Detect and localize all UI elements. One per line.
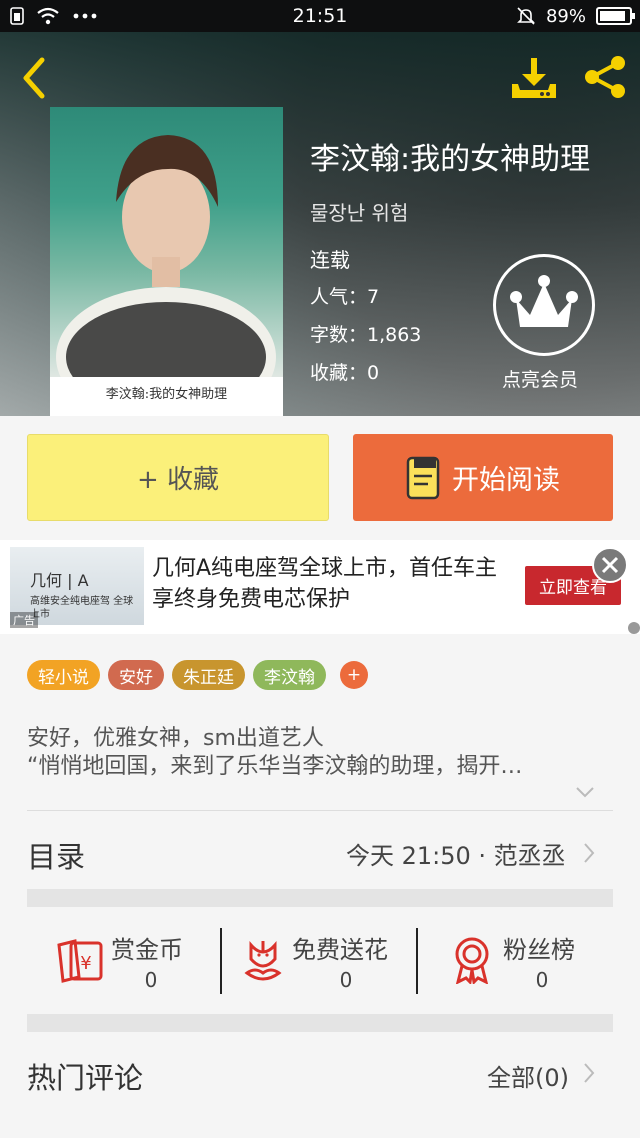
vip-button[interactable] (493, 254, 595, 356)
share-icon[interactable] (580, 52, 630, 102)
tag-item[interactable]: 安好 (108, 660, 164, 690)
divider (416, 928, 418, 994)
book-title: 李汶翰:我的女神助理 (310, 142, 591, 177)
toc-latest-update: 今天 21:50 · 范丞丞 (346, 842, 566, 870)
reward-coin-icon: ¥ (57, 939, 103, 983)
book-icon (406, 456, 440, 499)
favorite-button-label: + 收藏 (136, 465, 220, 495)
svg-text:¥: ¥ (80, 953, 91, 974)
all-comments-link[interactable]: 全部(0) (487, 1058, 569, 1093)
ad-image-subtitle: 高维安全纯电座驾 全球上市 (30, 596, 134, 620)
divider (27, 810, 613, 811)
book-author[interactable]: 물장난 위험 (310, 197, 408, 226)
book-status: 连载 (310, 248, 350, 272)
status-bar: 21:51 89% (0, 0, 640, 32)
expand-chevron-icon[interactable] (575, 785, 595, 799)
intro-line-2: “悄悄地回国，来到了乐华当李汶翰的助理，揭开… (27, 754, 523, 779)
book-favorites: 收藏：0 (310, 362, 380, 384)
book-popularity: 人气：7 (310, 286, 380, 308)
chevron-right-icon (584, 1063, 595, 1083)
section-separator (27, 889, 613, 907)
flower-icon (244, 940, 282, 981)
book-word-count: 字数：1,863 (310, 324, 422, 346)
battery-icon (596, 7, 635, 25)
cover-title: 李汶翰:我的女神助理 (105, 387, 228, 402)
section-separator (27, 1014, 613, 1032)
divider (220, 928, 222, 994)
cover-photo (50, 107, 283, 416)
tag-item[interactable]: 朱正廷 (172, 660, 245, 690)
tag-item[interactable]: 李汶翰 (253, 660, 326, 690)
action-label: 粉丝榜 (503, 936, 575, 964)
action-label: 免费送花 (292, 936, 388, 964)
book-header: 李汶翰:我的女神助理 李汶翰:我的女神助理 물장난 위험 连载 人气：7 字数：… (0, 32, 640, 416)
book-cover[interactable]: 李汶翰:我的女神助理 (50, 107, 283, 416)
start-reading-label: 开始阅读 (452, 465, 560, 496)
ad-tag: 广告 (10, 612, 38, 628)
download-icon[interactable] (508, 54, 560, 102)
start-reading-button[interactable]: 开始阅读 (353, 434, 613, 521)
tag-item[interactable]: 轻小说 (27, 660, 100, 690)
ad-close-button[interactable] (592, 547, 628, 583)
tag-list: 轻小说 安好 朱正廷 李汶翰 + (27, 660, 368, 690)
back-icon[interactable] (14, 54, 54, 102)
battery-percent: 89% (545, 5, 586, 27)
favorite-button[interactable]: + 收藏 (27, 434, 329, 521)
toc-label: 目录 (27, 840, 86, 874)
action-count: 0 (535, 968, 549, 992)
chevron-right-icon (584, 843, 595, 863)
mute-bell-icon (517, 7, 535, 25)
add-tag-button[interactable]: + (340, 661, 368, 689)
crown-icon (510, 275, 578, 327)
action-label: 赏金币 (111, 936, 183, 964)
vip-label: 点亮会员 (502, 369, 579, 391)
ad-info-icon[interactable] (628, 622, 640, 634)
hot-comments-label: 热门评论 (27, 1061, 144, 1095)
action-count: 0 (144, 968, 158, 992)
ad-headline[interactable]: 几何A纯电座驾全球上市，首任车主享终身免费电芯保护 (152, 553, 512, 615)
ad-image-logo: 几何 | A (30, 571, 89, 590)
close-icon (601, 556, 619, 574)
action-count: 0 (339, 968, 353, 992)
medal-icon (455, 937, 489, 984)
